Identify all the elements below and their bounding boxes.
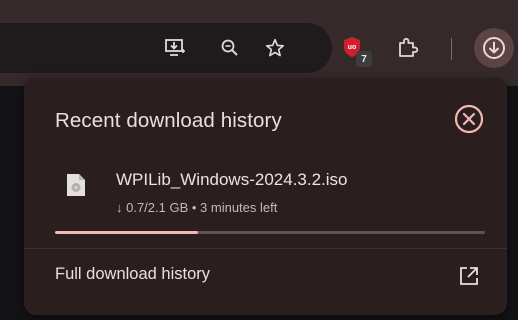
- zoom-icon[interactable]: [218, 36, 242, 60]
- download-history-popup: Recent download history WPILib_Windows-2…: [24, 78, 507, 315]
- close-icon: [454, 104, 484, 134]
- download-status: ↓ 0.7/2.1 GB • 3 minutes left: [116, 200, 278, 215]
- download-progress-bar: [55, 231, 485, 234]
- full-download-history-link[interactable]: Full download history: [55, 265, 210, 284]
- extensions-puzzle-icon[interactable]: [395, 34, 421, 60]
- bookmark-star-icon[interactable]: [262, 35, 288, 61]
- download-button[interactable]: [474, 28, 514, 68]
- popup-divider: [24, 248, 507, 249]
- download-icon: [483, 37, 505, 59]
- open-external-icon: [460, 267, 478, 285]
- download-progress-fill: [55, 231, 199, 234]
- open-external-button[interactable]: [457, 264, 481, 288]
- popup-title: Recent download history: [55, 109, 282, 132]
- toolbar-separator: [451, 38, 452, 60]
- close-button[interactable]: [452, 102, 486, 136]
- browser-toolbar: uo 7: [0, 0, 518, 86]
- svg-text:uo: uo: [348, 44, 357, 51]
- extension-badge-count: 7: [356, 51, 372, 67]
- file-icon: [66, 173, 86, 202]
- install-app-icon[interactable]: [163, 36, 187, 60]
- download-file-name[interactable]: WPILib_Windows-2024.3.2.iso: [116, 170, 348, 190]
